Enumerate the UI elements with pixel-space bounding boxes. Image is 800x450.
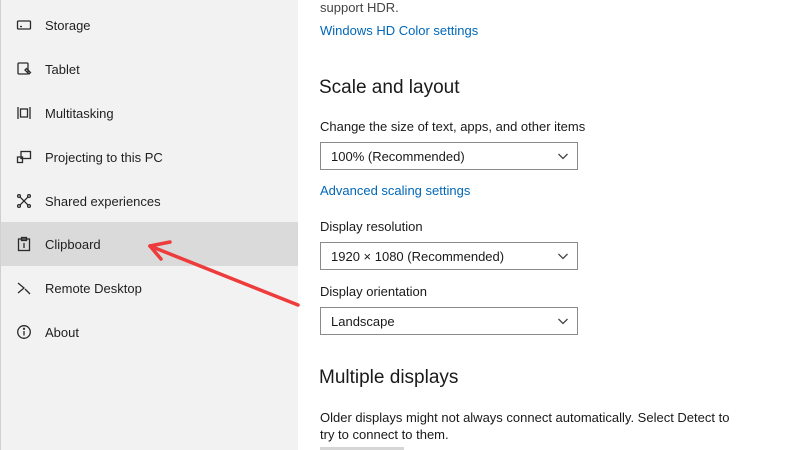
multiple-displays-description: Older displays might not always connect …: [320, 410, 730, 442]
sidebar-item-remote-desktop[interactable]: Remote Desktop: [1, 266, 298, 310]
orientation-value: Landscape: [331, 313, 395, 329]
scale-layout-heading: Scale and layout: [319, 77, 460, 98]
display-settings-panel: support HDR. Windows HD Color settings S…: [298, 0, 800, 450]
chevron-down-icon: [557, 250, 569, 262]
sidebar-item-label: Multitasking: [45, 105, 114, 121]
projecting-icon: [15, 148, 33, 166]
sidebar-item-storage[interactable]: Storage: [1, 3, 298, 47]
sidebar-item-shared-experiences[interactable]: Shared experiences: [1, 179, 298, 223]
remote-desktop-icon: [15, 279, 33, 297]
hdr-support-text: support HDR.: [320, 0, 399, 15]
sidebar-item-label: Tablet: [45, 61, 80, 77]
sidebar: Storage Tablet Multitasking Projecting t…: [0, 0, 298, 450]
hdr-color-settings-link[interactable]: Windows HD Color settings: [320, 23, 478, 38]
clipboard-icon: [15, 235, 33, 253]
storage-icon: [15, 16, 33, 34]
orientation-label: Display orientation: [320, 284, 427, 299]
tablet-icon: [15, 60, 33, 78]
shared-experiences-icon: [15, 192, 33, 210]
info-icon: [15, 323, 33, 341]
sidebar-item-label: Remote Desktop: [45, 280, 142, 296]
resolution-dropdown[interactable]: 1920 × 1080 (Recommended): [320, 242, 578, 270]
sidebar-item-clipboard[interactable]: Clipboard: [1, 222, 298, 266]
resolution-value: 1920 × 1080 (Recommended): [331, 248, 505, 264]
sidebar-item-tablet[interactable]: Tablet: [1, 47, 298, 91]
chevron-down-icon: [557, 150, 569, 162]
sidebar-item-label: Projecting to this PC: [45, 149, 163, 165]
sidebar-item-about[interactable]: About: [1, 310, 298, 354]
multitasking-icon: [15, 104, 33, 122]
sidebar-item-projecting[interactable]: Projecting to this PC: [1, 135, 298, 179]
settings-window: Storage Tablet Multitasking Projecting t…: [0, 0, 800, 450]
scale-size-dropdown[interactable]: 100% (Recommended): [320, 142, 578, 170]
advanced-scaling-link[interactable]: Advanced scaling settings: [320, 183, 470, 198]
chevron-down-icon: [557, 315, 569, 327]
sidebar-item-label: Shared experiences: [45, 193, 161, 209]
sidebar-item-label: Storage: [45, 17, 91, 33]
resolution-label: Display resolution: [320, 219, 423, 234]
sidebar-item-label: About: [45, 324, 79, 340]
multiple-displays-heading: Multiple displays: [319, 367, 459, 388]
orientation-dropdown[interactable]: Landscape: [320, 307, 578, 335]
sidebar-item-label: Clipboard: [45, 236, 101, 252]
scale-size-value: 100% (Recommended): [331, 148, 465, 164]
sidebar-item-multitasking[interactable]: Multitasking: [1, 91, 298, 135]
scale-size-label: Change the size of text, apps, and other…: [320, 119, 586, 134]
